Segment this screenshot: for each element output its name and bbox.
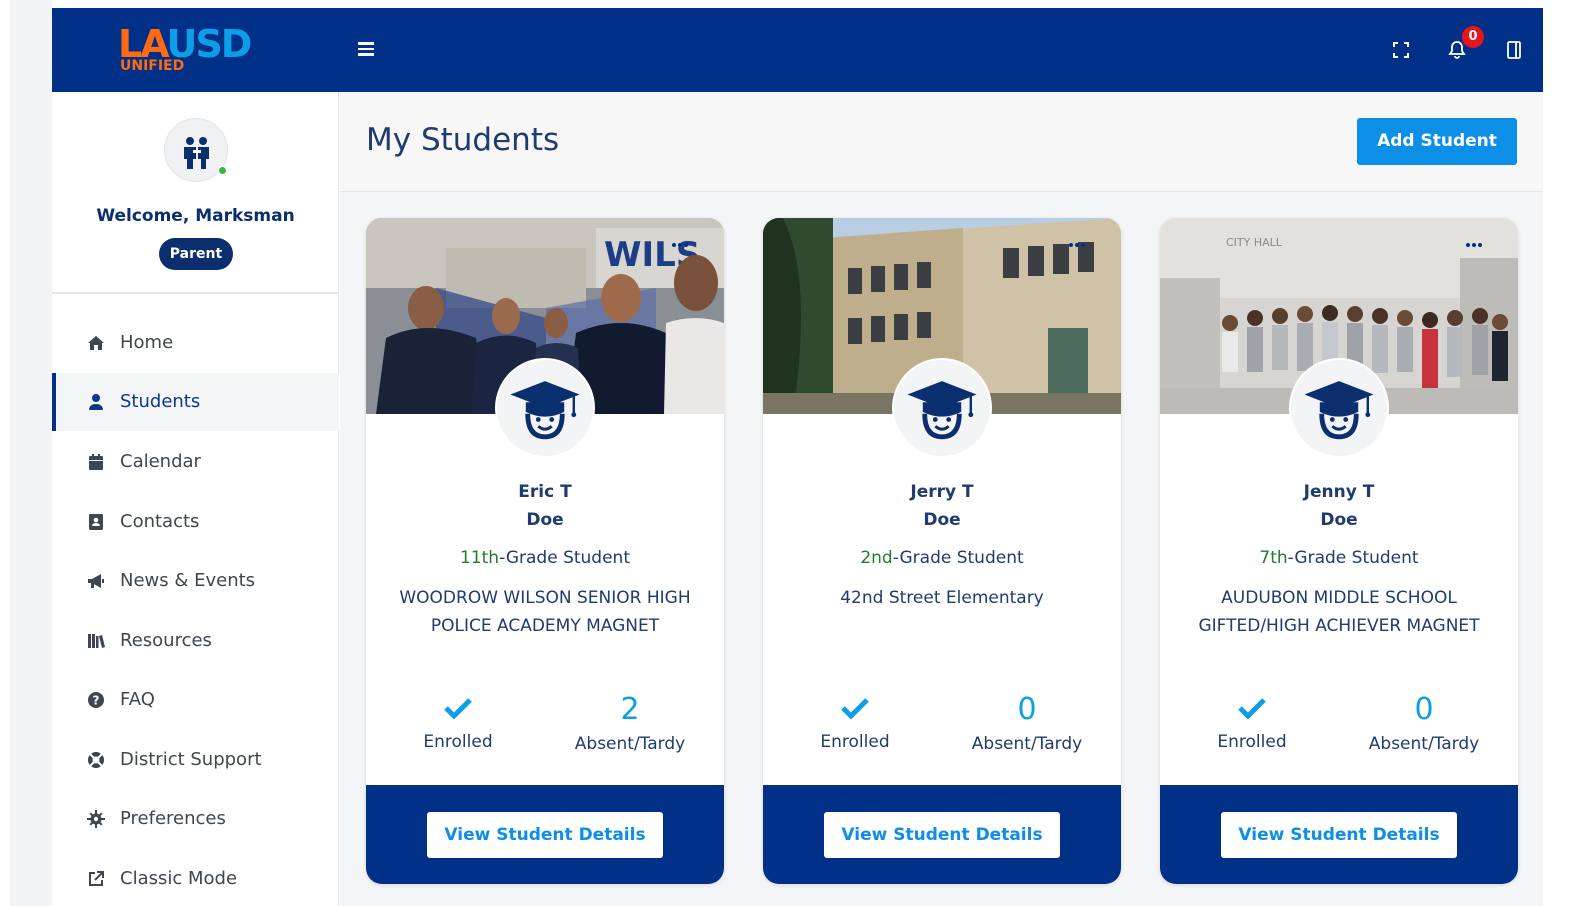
student-card: CITY HALL Jenny T Doe 7th-Grade Student … [1160, 218, 1518, 884]
student-card: Jerry T Doe 2nd-Grade Student 42nd Stree… [763, 218, 1121, 884]
student-grade: 7th-Grade Student [1160, 548, 1518, 568]
books-icon [88, 634, 105, 648]
sidebar-item-contacts[interactable]: Contacts [52, 493, 339, 551]
sidebar-item-calendar[interactable]: Calendar [52, 433, 339, 491]
school-name: WOODROW WILSON SENIOR HIGH POLICE ACADEM… [399, 588, 691, 636]
grade-suffix: -Grade Student [1287, 548, 1419, 568]
megaphone-icon [88, 574, 104, 588]
add-student-button[interactable]: Add Student [1357, 118, 1517, 165]
student-grade: 11th-Grade Student [366, 548, 724, 568]
svg-text:CITY HALL: CITY HALL [1226, 236, 1283, 249]
sidebar-item-label: Resources [120, 630, 212, 651]
sidebar-item-label: Classic Mode [120, 868, 238, 889]
page-header: My Students Add Student [340, 92, 1543, 192]
sidebar-item-label: Calendar [120, 451, 201, 472]
enrolled-label: Enrolled [423, 732, 493, 752]
student-grade: 2nd-Grade Student [763, 548, 1121, 568]
sidebar-item-label: Contacts [120, 511, 200, 532]
student-avatar [1289, 358, 1389, 458]
card-more-options-icon[interactable] [672, 232, 692, 247]
main-content: My Students Add Student WILS Eric T Doe … [340, 92, 1543, 906]
grade-number: 7th [1259, 548, 1288, 568]
absent-count: 0 [1414, 692, 1434, 727]
external-link-icon [89, 871, 104, 886]
fullscreen-icon[interactable] [1389, 38, 1413, 62]
sidebar-item-home[interactable]: Home [52, 314, 339, 372]
student-first-name: Jenny T [1303, 482, 1375, 502]
sidebar-item-label: Students [120, 391, 201, 412]
sidebar-divider [52, 292, 339, 294]
absent-label: Absent/Tardy [574, 734, 686, 754]
card-footer: View Student Details [1160, 785, 1518, 884]
sidebar-item-classic-mode[interactable]: Classic Mode [52, 850, 339, 906]
welcome-text: Welcome, Marksman [96, 206, 295, 226]
absent-label: Absent/Tardy [971, 734, 1083, 754]
graduate-icon [907, 381, 977, 440]
window-gutter [0, 0, 52, 906]
sidebar-item-faq[interactable]: ? FAQ [52, 671, 339, 729]
notification-count-badge: 0 [1462, 26, 1484, 48]
check-icon [444, 698, 472, 720]
card-more-options-icon[interactable] [1069, 232, 1089, 247]
page-title: My Students [366, 122, 560, 158]
sidebar-item-label: District Support [120, 749, 262, 770]
student-last-name: Doe [923, 510, 961, 530]
lifebuoy-icon [88, 752, 104, 768]
svg-text:?: ? [93, 694, 100, 708]
absent-count: 2 [620, 692, 640, 727]
graduate-icon [510, 381, 580, 440]
contacts-book-icon [89, 514, 103, 530]
lausd-logo[interactable]: LAUSD UNIFIED [118, 24, 278, 84]
school-name: AUDUBON MIDDLE SCHOOL GIFTED/HIGH ACHIEV… [1198, 588, 1480, 636]
grade-number: 2nd [860, 548, 893, 568]
card-more-options-icon[interactable] [1466, 232, 1486, 247]
grade-suffix: -Grade Student [892, 548, 1024, 568]
sidebar-item-preferences[interactable]: Preferences [52, 790, 339, 848]
online-status-dot [218, 166, 227, 175]
student-last-name: Doe [1320, 510, 1358, 530]
check-icon [1238, 698, 1266, 720]
role-badge: Parent [159, 238, 233, 270]
grade-suffix: -Grade Student [499, 548, 630, 568]
user-icon [89, 394, 103, 410]
student-card: WILS Eric T Doe 11th-Grade Student WOODR… [366, 218, 724, 884]
absent-label: Absent/Tardy [1368, 734, 1480, 754]
gear-icon [87, 810, 105, 828]
question-circle-icon: ? [88, 692, 104, 708]
sidebar-item-label: Home [120, 332, 174, 353]
panel-icon[interactable] [1502, 38, 1526, 62]
top-bar: LAUSD UNIFIED 0 [52, 8, 1543, 92]
sidebar-item-resources[interactable]: Resources [52, 612, 339, 670]
sidebar-item-students[interactable]: Students [52, 373, 339, 431]
avatar[interactable] [164, 118, 228, 182]
student-first-name: Eric T [518, 482, 572, 502]
menu-toggle-icon[interactable] [358, 40, 376, 58]
student-avatar [892, 358, 992, 458]
graduate-icon [1304, 381, 1374, 440]
sidebar-item-news-events[interactable]: News & Events [52, 552, 339, 610]
card-footer: View Student Details [763, 785, 1121, 884]
logo-text-unified: UNIFIED [120, 58, 185, 74]
check-icon [841, 698, 869, 720]
student-first-name: Jerry T [910, 482, 974, 502]
student-last-name: Doe [526, 510, 564, 530]
sidebar: Welcome, Marksman Parent Home Students C… [52, 92, 339, 906]
home-icon [88, 336, 104, 350]
sidebar-item-district-support[interactable]: District Support [52, 731, 339, 789]
calendar-icon [89, 454, 103, 470]
school-name: 42nd Street Elementary [840, 588, 1044, 608]
student-avatar [495, 358, 595, 458]
sidebar-item-label: FAQ [120, 689, 155, 710]
view-student-details-button[interactable]: View Student Details [824, 812, 1060, 858]
view-student-details-button[interactable]: View Student Details [427, 812, 663, 858]
grade-number: 11th [460, 548, 500, 568]
sidebar-item-label: News & Events [120, 570, 256, 591]
absent-count: 0 [1017, 692, 1037, 727]
enrolled-label: Enrolled [1217, 732, 1287, 752]
enrolled-label: Enrolled [820, 732, 890, 752]
card-footer: View Student Details [366, 785, 724, 884]
sidebar-item-label: Preferences [120, 808, 226, 829]
view-student-details-button[interactable]: View Student Details [1221, 812, 1457, 858]
